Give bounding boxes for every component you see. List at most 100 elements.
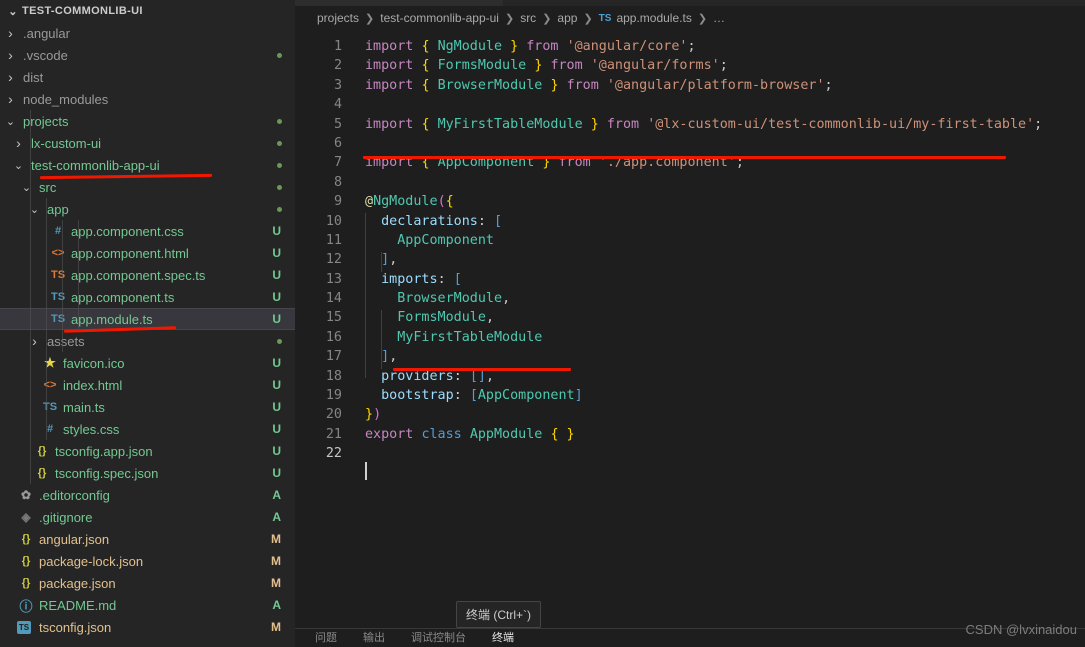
tree-item--editorconfig[interactable]: ✿ .editorconfig A	[0, 484, 295, 506]
tree-item-node-modules[interactable]: › node_modules	[0, 88, 295, 110]
breadcrumb-item[interactable]: …	[713, 11, 725, 25]
tree-item-readme-md[interactable]: ⓘ README.md A	[0, 594, 295, 616]
tree-item-app-component-ts[interactable]: TS app.component.ts U	[0, 286, 295, 308]
chevron-down-icon[interactable]: ⌄	[12, 159, 25, 172]
text-cursor	[365, 462, 367, 480]
code-line[interactable]: 17 ],	[295, 347, 1085, 366]
tree-item-app-component-spec-ts[interactable]: TS app.component.spec.ts U	[0, 264, 295, 286]
tree-item-package-json[interactable]: {} package.json M	[0, 572, 295, 594]
line-number: 19	[325, 388, 342, 404]
tree-item-app-component-css[interactable]: # app.component.css U	[0, 220, 295, 242]
line-content: export class AppModule { }	[365, 426, 575, 442]
code-line[interactable]: 10 declarations: [	[295, 212, 1085, 231]
tree-item-dist[interactable]: › dist	[0, 66, 295, 88]
tree-item-label: assets	[47, 333, 85, 349]
panel-tab-2[interactable]: 调试控制台	[411, 629, 466, 645]
breadcrumb-item[interactable]: test-commonlib-app-ui	[380, 11, 499, 25]
watermark: CSDN @lvxinaidou	[965, 622, 1077, 637]
breadcrumb-item[interactable]: src	[520, 11, 536, 25]
tree-indent-guide	[78, 220, 79, 330]
code-line[interactable]: 11 AppComponent	[295, 231, 1085, 250]
tree-item-favicon-ico[interactable]: ★ favicon.ico U	[0, 352, 295, 374]
info-icon: ⓘ	[19, 598, 33, 614]
panel-tab-3[interactable]: 终端	[492, 629, 514, 645]
tree-item-label: .gitignore	[39, 509, 93, 525]
breadcrumb-item[interactable]: app.module.ts	[616, 11, 691, 25]
breadcrumb-item[interactable]: app	[557, 11, 577, 25]
code-line[interactable]: 16 MyFirstTableModule	[295, 328, 1085, 347]
code-editor[interactable]: 1 import { NgModule } from '@angular/core…	[295, 37, 1085, 464]
chevron-right-icon[interactable]: ›	[4, 25, 17, 41]
breadcrumb-item[interactable]: projects	[317, 11, 359, 25]
folder-change-dot	[277, 141, 282, 146]
tree-item-app-component-html[interactable]: <> app.component.html U	[0, 242, 295, 264]
tree-item-projects[interactable]: ⌄ projects	[0, 110, 295, 132]
code-line[interactable]: 13 imports: [	[295, 270, 1085, 289]
code-line[interactable]: 5 import { MyFirstTableModule } from '@lx…	[295, 115, 1085, 134]
explorer-root-header[interactable]: ⌄ TEST-COMMONLIB-UI	[0, 0, 295, 22]
panel-tab-1[interactable]: 输出	[363, 629, 385, 645]
code-line[interactable]: 6	[295, 134, 1085, 153]
chevron-right-icon[interactable]: ›	[12, 135, 25, 151]
folder-change-dot	[277, 163, 282, 168]
tree-item-tsconfig-json[interactable]: TS tsconfig.json M	[0, 616, 295, 638]
breadcrumb[interactable]: projects ❯ test-commonlib-app-ui ❯ src ❯ app ❯ T…	[295, 6, 1085, 30]
line-number: 8	[333, 174, 342, 190]
tree-item-tsconfig-app-json[interactable]: {} tsconfig.app.json U	[0, 440, 295, 462]
tree-item-angular-json[interactable]: {} angular.json M	[0, 528, 295, 550]
tsconfig-icon: TS	[17, 620, 31, 634]
html-icon: <>	[43, 379, 57, 391]
code-line[interactable]: 1 import { NgModule } from '@angular/core…	[295, 37, 1085, 56]
code-line[interactable]: 8	[295, 173, 1085, 192]
code-module-underline	[393, 368, 571, 371]
editor-tab-active[interactable]	[295, 0, 504, 6]
tree-item-label: app.component.ts	[71, 289, 175, 305]
code-line[interactable]: 9 @NgModule({	[295, 192, 1085, 211]
code-line[interactable]: 12 ],	[295, 250, 1085, 269]
chevron-right-icon[interactable]: ›	[4, 47, 17, 63]
tree-item-lx-custom-ui[interactable]: › lx-custom-ui	[0, 132, 295, 154]
tree-item--gitignore[interactable]: ◈ .gitignore A	[0, 506, 295, 528]
git-status-badge: M	[271, 576, 281, 590]
tree-item-package-lock-json[interactable]: {} package-lock.json M	[0, 550, 295, 572]
code-line[interactable]: 14 BrowserModule,	[295, 289, 1085, 308]
tree-item-label: tsconfig.spec.json	[55, 465, 159, 481]
tree-item-main-ts[interactable]: TS main.ts U	[0, 396, 295, 418]
git-status-badge: M	[271, 532, 281, 546]
panel-tab-0[interactable]: 问题	[315, 629, 337, 645]
tree-item-app[interactable]: ⌄ app	[0, 198, 295, 220]
code-line[interactable]: 2 import { FormsModule } from '@angular/f…	[295, 56, 1085, 75]
tree-item-src[interactable]: ⌄ src	[0, 176, 295, 198]
tree-item-label: .editorconfig	[39, 487, 110, 503]
line-number: 22	[325, 446, 342, 462]
tree-item-label: .vscode	[23, 47, 68, 63]
tree-indent-guide	[62, 220, 63, 352]
code-line[interactable]: 4	[295, 95, 1085, 114]
tree-item-tsconfig-spec-json[interactable]: {} tsconfig.spec.json U	[0, 462, 295, 484]
chevron-down-icon[interactable]: ⌄	[20, 181, 33, 194]
chevron-right-icon[interactable]: ›	[4, 69, 17, 85]
tree-item-index-html[interactable]: <> index.html U	[0, 374, 295, 396]
indent-guide	[381, 252, 382, 272]
line-content: })	[365, 407, 382, 423]
vscode-window: ⌄ TEST-COMMONLIB-UI › .angular › .vscode › di…	[0, 0, 1085, 647]
tree-item-label: .angular	[23, 25, 70, 41]
tree-item-test-commonlib-app-ui[interactable]: ⌄ test-commonlib-app-ui	[0, 154, 295, 176]
code-line[interactable]: 22	[295, 444, 1085, 464]
code-line[interactable]: 20})	[295, 405, 1085, 424]
tree-item-styles-css[interactable]: # styles.css U	[0, 418, 295, 440]
git-status-badge: U	[272, 466, 281, 480]
tree-item--angular[interactable]: › .angular	[0, 22, 295, 44]
chevron-right-icon[interactable]: ›	[4, 91, 17, 107]
tree-item--vscode[interactable]: › .vscode	[0, 44, 295, 66]
tree-item-label: app.component.css	[71, 223, 184, 239]
line-content: import { NgModule } from '@angular/core'…	[365, 39, 696, 54]
code-line[interactable]: 3 import { BrowserModule } from '@angular…	[295, 76, 1085, 95]
code-line[interactable]: 21 export class AppModule { }	[295, 425, 1085, 444]
chevron-down-icon[interactable]: ⌄	[4, 115, 17, 128]
code-line[interactable]: 19 bootstrap: [AppComponent]	[295, 386, 1085, 405]
breadcrumb-separator-icon: ❯	[504, 12, 515, 25]
tree-item-assets[interactable]: › assets	[0, 330, 295, 352]
code-line[interactable]: 15 FormsModule,	[295, 308, 1085, 327]
line-content: BrowserModule,	[397, 291, 511, 307]
